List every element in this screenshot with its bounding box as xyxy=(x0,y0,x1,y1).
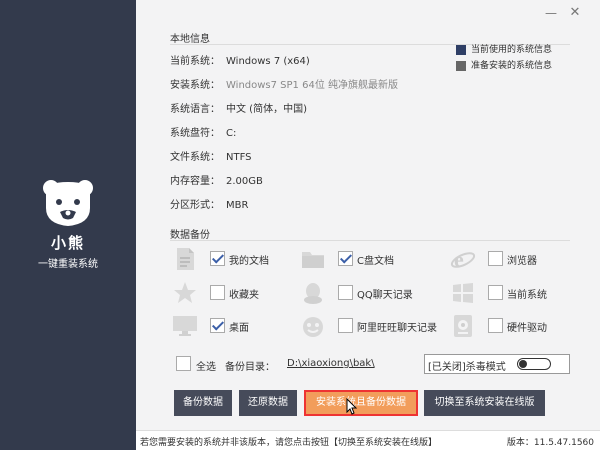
backup-dir-link[interactable]: D:\xiaoxiong\bak\ xyxy=(287,358,375,369)
browser-checkbox[interactable] xyxy=(488,251,503,266)
close-button[interactable]: ✕ xyxy=(568,6,582,20)
backup-item-wangwang-chat: 阿里旺旺聊天记录 xyxy=(300,314,440,338)
hardware-driver-checkbox[interactable] xyxy=(488,318,503,333)
desktop-checkbox[interactable] xyxy=(210,318,225,333)
backup-item-label: 浏览器 xyxy=(507,256,537,267)
restore-data-button[interactable]: 还原数据 xyxy=(239,390,297,416)
info-label: 系统盘符： xyxy=(170,128,220,139)
backup-item-c-drive-documents: C盘文档 xyxy=(300,247,440,271)
qq-chat-checkbox[interactable] xyxy=(338,285,353,300)
backup-item-label: 桌面 xyxy=(229,323,249,334)
divider xyxy=(170,240,570,241)
bear-logo-icon xyxy=(43,180,93,226)
document-icon xyxy=(177,248,194,270)
backup-item-label: C盘文档 xyxy=(357,256,394,267)
legend-current: 当前使用的系统信息 xyxy=(456,44,552,56)
legend-swatch-install xyxy=(456,61,466,71)
legend-text: 当前使用的系统信息 xyxy=(471,45,553,55)
info-value: NTFS xyxy=(226,152,252,163)
info-value: MBR xyxy=(226,200,249,211)
info-label: 内存容量： xyxy=(170,176,220,187)
backup-item-current-system: 当前系统 xyxy=(450,281,590,305)
legend-text: 准备安装的系统信息 xyxy=(471,61,553,71)
backup-item-label: 阿里旺旺聊天记录 xyxy=(357,323,437,334)
star-icon xyxy=(174,282,196,303)
info-label: 分区形式： xyxy=(170,200,220,211)
ie-browser-icon: e xyxy=(450,247,476,271)
info-label: 系统语言： xyxy=(170,104,220,115)
current-system-checkbox[interactable] xyxy=(488,285,503,300)
backup-item-label: 收藏夹 xyxy=(229,290,259,301)
brand-subtitle: 一键重装系统 xyxy=(38,259,98,270)
windows-icon xyxy=(453,283,473,303)
backup-item-my-documents: 我的文档 xyxy=(172,247,312,271)
favorites-checkbox[interactable] xyxy=(210,285,225,300)
select-all-label: 全选 xyxy=(196,362,216,373)
info-value: C: xyxy=(226,128,237,139)
switch-online-button[interactable]: 切换至系统安装在线版 xyxy=(424,390,545,416)
mouse-cursor-icon xyxy=(346,398,358,415)
antivirus-mode: [已关闭]杀毒模式 xyxy=(424,354,570,374)
backup-item-label: 当前系统 xyxy=(507,290,547,301)
brand-logo: 小熊 一键重装系统 xyxy=(0,178,136,270)
c-drive-documents-checkbox[interactable] xyxy=(338,251,353,266)
wangwang-icon xyxy=(303,317,323,337)
version-label: 版本：11.5.47.1560 xyxy=(506,438,594,448)
antivirus-mode-label: [已关闭]杀毒模式 xyxy=(428,362,506,373)
backup-title: 数据备份 xyxy=(170,230,210,241)
info-label: 文件系统： xyxy=(170,152,220,163)
my-documents-checkbox[interactable] xyxy=(210,251,225,266)
status-message: 若您需要安装的系统并非该版本，请您点击按钮【切换至系统安装在线版】 xyxy=(140,438,438,448)
antivirus-toggle[interactable] xyxy=(517,358,551,370)
minimize-button[interactable]: — xyxy=(544,6,558,20)
sidebar: 小熊 一键重装系统 xyxy=(0,0,136,450)
info-label: 当前系统： xyxy=(170,56,220,67)
local-info-title: 本地信息 xyxy=(170,34,210,45)
install-and-backup-button[interactable]: 安装系统且备份数据 xyxy=(304,390,418,416)
backup-dir-label: 备份目录： xyxy=(225,362,275,373)
folder-icon xyxy=(302,252,324,268)
backup-item-browser: e 浏览器 xyxy=(450,247,590,271)
backup-item-favorites: 收藏夹 xyxy=(172,281,312,305)
legend-install: 准备安装的系统信息 xyxy=(456,60,552,72)
main-panel: — ✕ 本地信息 当前系统： Windows 7 (x64) 安装系统： Win… xyxy=(136,0,600,450)
brand-name: 小熊 xyxy=(50,234,85,252)
info-label: 安装系统： xyxy=(170,80,220,91)
wangwang-chat-checkbox[interactable] xyxy=(338,318,353,333)
status-bar: 若您需要安装的系统并非该版本，请您点击按钮【切换至系统安装在线版】 版本：11.… xyxy=(136,430,600,450)
hardware-driver-icon xyxy=(454,315,472,337)
info-value: 中文 (简体，中国) xyxy=(226,104,307,115)
backup-data-button[interactable]: 备份数据 xyxy=(174,390,232,416)
backup-item-label: QQ聊天记录 xyxy=(357,290,413,301)
monitor-icon xyxy=(173,316,197,336)
legend-swatch-current xyxy=(456,45,466,55)
toggle-knob xyxy=(519,360,527,368)
info-value: Windows 7 (x64) xyxy=(226,56,310,67)
backup-item-desktop: 桌面 xyxy=(172,314,312,338)
info-value: Windows7 SP1 64位 纯净旗舰最新版 xyxy=(226,80,399,91)
select-all-checkbox[interactable] xyxy=(176,356,191,371)
backup-item-label: 我的文档 xyxy=(229,256,269,267)
info-value: 2.00GB xyxy=(226,176,263,187)
backup-item-label: 硬件驱动 xyxy=(507,323,547,334)
backup-item-hardware-driver: 硬件驱动 xyxy=(450,314,590,338)
backup-item-qq-chat: QQ聊天记录 xyxy=(300,281,440,305)
qq-icon xyxy=(304,283,322,304)
